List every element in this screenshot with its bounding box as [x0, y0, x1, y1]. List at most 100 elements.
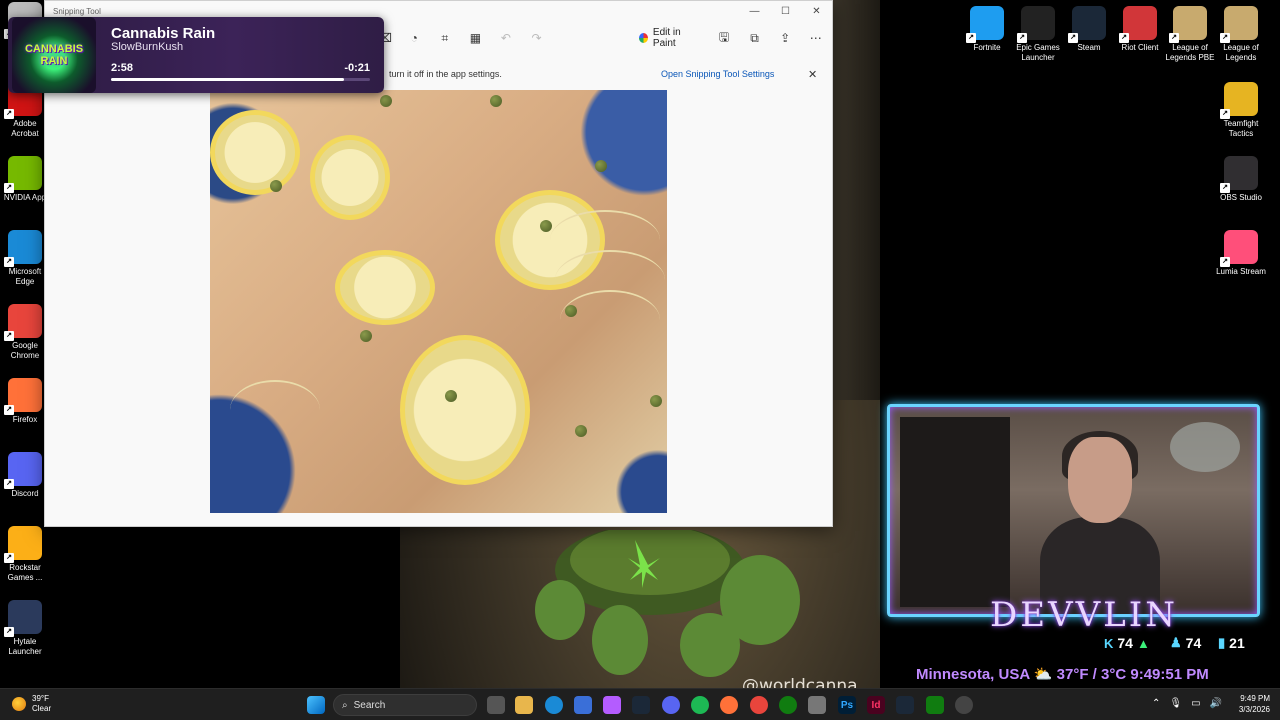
- desktop-shortcut-label: NVIDIA App: [3, 193, 47, 202]
- chrome-icon: ↗: [4, 304, 42, 341]
- desktop-shortcut[interactable]: ↗ Firefox: [0, 378, 50, 425]
- chevron-up-icon[interactable]: ⌃: [1152, 698, 1160, 709]
- taskbar-weather-widget[interactable]: 39°F Clear: [12, 694, 51, 714]
- desktop-shortcut[interactable]: ↗ Rockstar Games ...: [0, 526, 50, 583]
- caper: [595, 160, 607, 172]
- followers-icon: K: [1104, 635, 1114, 651]
- edit-in-paint-button[interactable]: Edit in Paint: [638, 27, 702, 49]
- desktop-shortcut[interactable]: ↗ OBS Studio: [1216, 156, 1266, 203]
- bars-icon: ▮: [1218, 635, 1226, 650]
- taskbar-search[interactable]: ⌕ Search: [333, 694, 477, 716]
- desktop-shortcut-label: Microsoft Edge: [8, 267, 42, 286]
- desktop-shortcut[interactable]: ↗ Steam: [1064, 6, 1114, 53]
- photoshop-icon[interactable]: Ps: [838, 696, 856, 714]
- minimize-button[interactable]: —: [739, 6, 770, 17]
- shortcut-arrow-icon: ↗: [4, 405, 14, 415]
- more-options-button[interactable]: ⋯: [807, 29, 824, 47]
- rockstar-icon: ↗: [4, 526, 42, 563]
- maximize-button[interactable]: ☐: [770, 6, 801, 17]
- desktop-shortcut-label: Adobe Acrobat: [11, 119, 39, 138]
- lemon-slice: [400, 335, 530, 485]
- weather-temp: 39°F: [32, 694, 49, 703]
- steam-taskbar-icon-2[interactable]: [896, 696, 914, 714]
- copy-icon[interactable]: ⧉: [746, 29, 763, 47]
- now-playing-overlay[interactable]: CANNABIS RAIN Cannabis Rain SlowBurnKush…: [8, 17, 384, 93]
- desktop-shortcut[interactable]: ↗ Microsoft Edge: [0, 230, 50, 287]
- progress-fill: [111, 78, 345, 81]
- store-icon[interactable]: [574, 696, 592, 714]
- weather-text: 37°F / 3°C: [1056, 666, 1127, 683]
- indesign-icon[interactable]: Id: [867, 696, 885, 714]
- open-settings-link[interactable]: Open Snipping Tool Settings: [661, 69, 774, 79]
- taskbar-date: 3/3/2026: [1238, 705, 1270, 714]
- desktop-shortcut[interactable]: ↗ Discord: [0, 452, 50, 499]
- network-icon[interactable]: ▭: [1191, 698, 1200, 709]
- file-explorer-icon[interactable]: [515, 696, 533, 714]
- notice-close-button[interactable]: ✕: [808, 68, 817, 81]
- xbox-app-icon[interactable]: [926, 696, 944, 714]
- desktop-shortcut-label: Discord: [11, 489, 39, 498]
- text-actions-icon[interactable]: ▦: [467, 29, 484, 47]
- desktop-shortcut[interactable]: ↗ Fortnite: [962, 6, 1012, 53]
- track-title: Cannabis Rain: [111, 25, 216, 42]
- steam-taskbar-icon[interactable]: [632, 696, 650, 714]
- shortcut-arrow-icon: ↗: [1017, 33, 1027, 43]
- progress-bar[interactable]: [111, 78, 370, 81]
- epic-games-icon: ↗: [1017, 6, 1055, 43]
- stat-followers: K 74 ▲: [1104, 635, 1150, 651]
- desktop-shortcut[interactable]: ↗ League of Legends: [1216, 6, 1266, 63]
- desktop-shortcut[interactable]: ↗ Riot Client: [1115, 6, 1165, 53]
- crop-icon[interactable]: ⌗: [437, 29, 454, 47]
- weather-cloud-icon: ⛅: [1033, 666, 1057, 683]
- desktop-shortcut[interactable]: ↗ Hytale Launcher: [0, 600, 50, 657]
- tft-icon: ↗: [1220, 82, 1258, 119]
- microphone-icon[interactable]: 🎙: [1169, 698, 1182, 709]
- shapes-icon[interactable]: ◔: [406, 29, 423, 47]
- window-title: Snipping Tool: [53, 6, 101, 16]
- lemon-slice: [310, 135, 390, 220]
- close-button[interactable]: ✕: [801, 6, 832, 17]
- shortcut-arrow-icon: ↗: [966, 33, 976, 43]
- shortcut-arrow-icon: ↗: [1169, 33, 1179, 43]
- taskbar-clock[interactable]: 9:49 PM 3/3/2026: [1239, 693, 1270, 715]
- caper: [445, 390, 457, 402]
- chrome-taskbar-icon[interactable]: [750, 696, 768, 714]
- album-art-text: CANNABIS RAIN: [24, 43, 84, 67]
- desktop-shortcut[interactable]: ↗ Teamfight Tactics: [1216, 82, 1266, 139]
- desktop-shortcut-label: Google Chrome: [10, 341, 40, 360]
- nvidia-icon: ↗: [4, 156, 42, 193]
- system-tray: ⌃ 🎙 ▭ 🔊: [1152, 698, 1222, 709]
- pasta-strand: [560, 290, 660, 350]
- undo-icon[interactable]: ↶: [498, 29, 515, 47]
- desktop-shortcut[interactable]: ↗ Lumia Stream: [1216, 230, 1266, 277]
- shortcut-arrow-icon: ↗: [1220, 109, 1230, 119]
- redo-icon[interactable]: ↷: [528, 29, 545, 47]
- share-icon[interactable]: ⇪: [777, 29, 794, 47]
- discord-taskbar-icon[interactable]: [662, 696, 680, 714]
- obs-icon: ↗: [1220, 156, 1258, 193]
- steam-icon: ↗: [1068, 6, 1106, 43]
- desktop-shortcut-label: Riot Client: [1121, 43, 1159, 52]
- lemon-slice: [335, 250, 435, 325]
- desktop-shortcut[interactable]: ↗ Epic Games Launcher: [1013, 6, 1063, 63]
- caper: [360, 330, 372, 342]
- volume-icon[interactable]: 🔊: [1210, 698, 1222, 709]
- desktop-shortcut[interactable]: ↗ Google Chrome: [0, 304, 50, 361]
- desktop-shortcut[interactable]: ↗ League of Legends PBE: [1165, 6, 1215, 63]
- xbox-icon[interactable]: [779, 696, 797, 714]
- game-launcher-icon[interactable]: [808, 696, 826, 714]
- task-view-icon[interactable]: [487, 696, 505, 714]
- save-icon[interactable]: 🖫: [716, 29, 733, 47]
- firefox-taskbar-icon[interactable]: [720, 696, 738, 714]
- spotify-icon[interactable]: [691, 696, 709, 714]
- start-button[interactable]: [307, 696, 325, 714]
- edge-taskbar-icon[interactable]: [545, 696, 563, 714]
- copilot-icon[interactable]: [603, 696, 621, 714]
- stat-viewers: ♟ 74: [1170, 635, 1202, 651]
- shortcut-arrow-icon: ↗: [1220, 33, 1230, 43]
- edge-icon: ↗: [4, 230, 42, 267]
- desktop-shortcut[interactable]: ↗ NVIDIA App: [0, 156, 50, 203]
- taskbar: 39°F Clear ⌕ Search Ps Id ⌃ 🎙 ▭ 🔊 9:49 PM…: [0, 688, 1280, 720]
- shortcut-arrow-icon: ↗: [1220, 183, 1230, 193]
- settings-gear-icon[interactable]: [955, 696, 973, 714]
